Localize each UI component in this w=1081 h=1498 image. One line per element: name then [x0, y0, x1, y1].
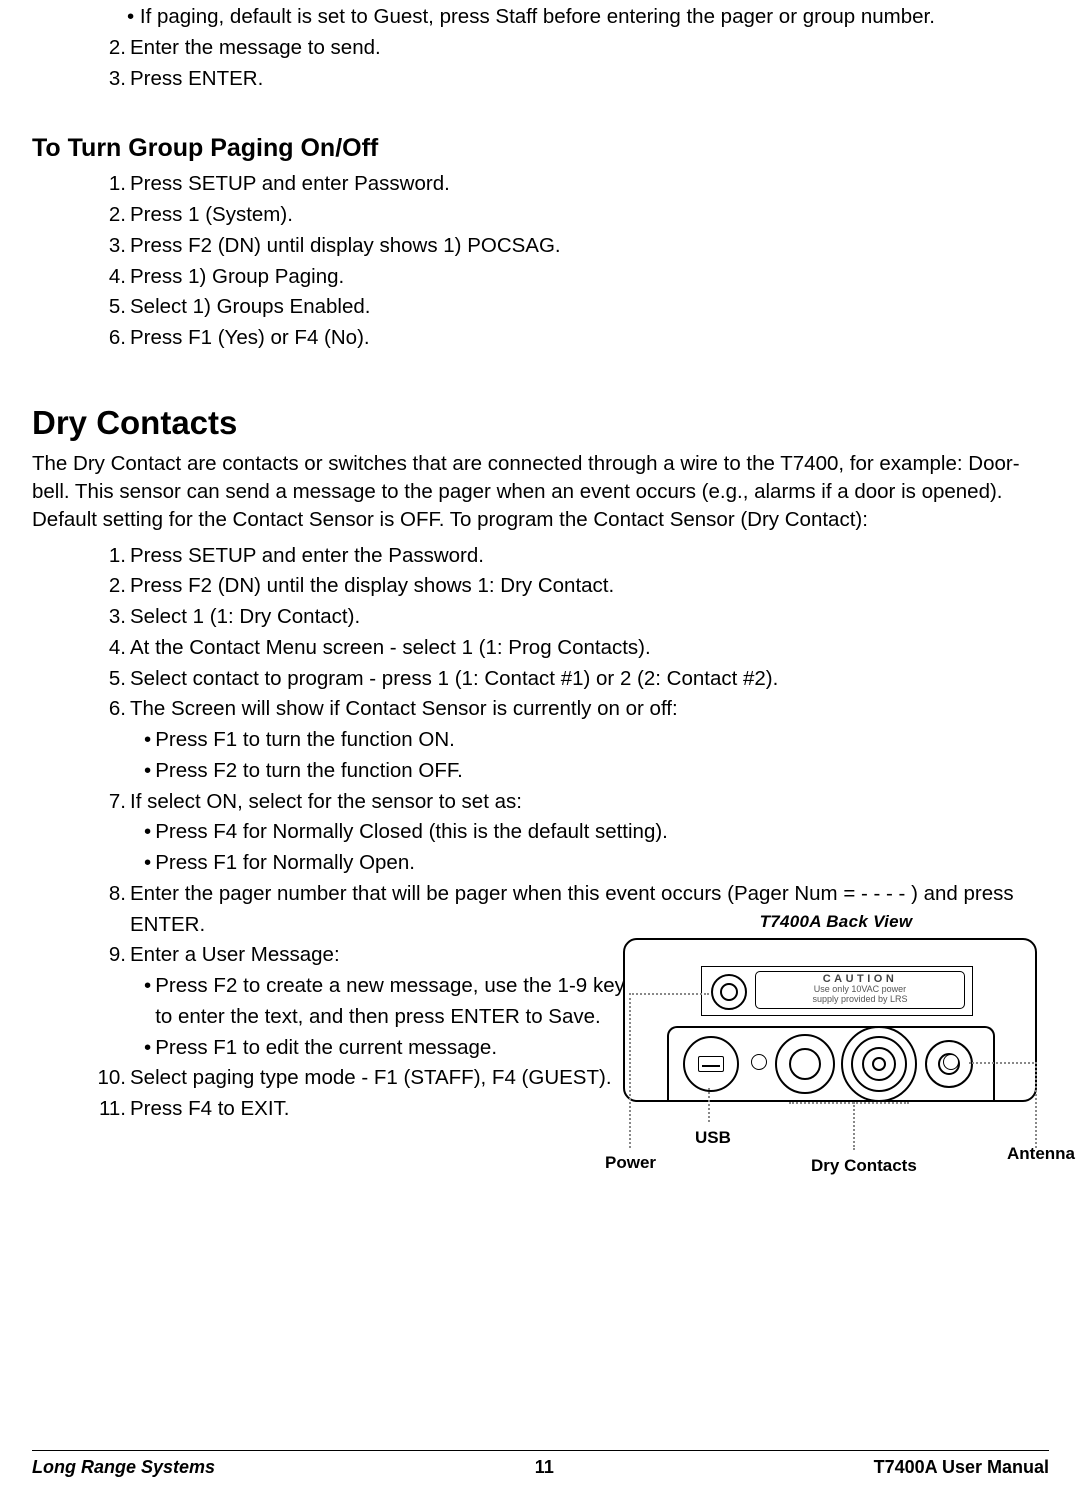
dry-contacts-heading: Dry Contacts — [32, 404, 1049, 442]
dry-step-9a-text: Press F2 to create a new message, use th… — [155, 971, 635, 1033]
top-step-2-text: Enter the message to send. — [130, 33, 1049, 64]
group-step-4-text: Press 1) Group Paging. — [130, 262, 1049, 293]
connector-icon — [841, 1026, 917, 1102]
dry-step-6a-text: Press F1 to turn the function ON. — [155, 725, 455, 756]
dry-step-4-text: At the Contact Menu screen - select 1 (1… — [130, 633, 1049, 664]
back-view-figure: T7400A Back View CAUTION Use only 10VAC … — [621, 912, 1051, 1144]
leader-line — [789, 1102, 909, 1104]
dry-step-7b: •Press F1 for Normally Open. — [144, 848, 1049, 879]
footer-left: Long Range Systems — [32, 1457, 215, 1478]
top-step-3: 3.Press ENTER. — [100, 64, 1049, 95]
group-step-2-text: Press 1 (System). — [130, 200, 1049, 231]
screw-hole-icon — [751, 1054, 767, 1070]
leader-line — [1035, 1062, 1037, 1148]
power-jack-icon — [711, 974, 747, 1010]
top-bullet: • If paging, default is set to Guest, pr… — [127, 2, 1049, 33]
dry-step-6: 6.The Screen will show if Contact Sensor… — [100, 694, 1049, 725]
page: • If paging, default is set to Guest, pr… — [0, 0, 1081, 1498]
screw-hole-icon — [943, 1054, 959, 1070]
top-bullet-text: If paging, default is set to Guest, pres… — [140, 5, 935, 28]
page-footer: Long Range Systems 11 T7400A User Manual — [32, 1450, 1049, 1478]
dry-step-3-text: Select 1 (1: Dry Contact). — [130, 602, 1049, 633]
dry-step-4: 4.At the Contact Menu screen - select 1 … — [100, 633, 1049, 664]
dry-step-5-text: Select contact to program - press 1 (1: … — [130, 664, 1049, 695]
dry-step-2-text: Press F2 (DN) until the display shows 1:… — [130, 571, 1049, 602]
footer-page-number: 11 — [535, 1457, 554, 1478]
leader-line — [629, 993, 709, 995]
leader-line — [969, 1062, 1037, 1064]
dry-step-7b-text: Press F1 for Normally Open. — [155, 848, 415, 879]
leader-line — [853, 1102, 855, 1150]
caution-label: CAUTION Use only 10VAC power supply prov… — [755, 971, 965, 1009]
group-step-6: 6.Press F1 (Yes) or F4 (No). — [100, 323, 1049, 354]
group-step-5: 5.Select 1) Groups Enabled. — [100, 292, 1049, 323]
dry-step-1-text: Press SETUP and enter the Password. — [130, 541, 1049, 572]
caution-line2: supply provided by LRS — [756, 995, 964, 1005]
footer-right: T7400A User Manual — [874, 1457, 1049, 1478]
group-step-4: 4.Press 1) Group Paging. — [100, 262, 1049, 293]
dry-step-2: 2.Press F2 (DN) until the display shows … — [100, 571, 1049, 602]
dry-step-3: 3.Select 1 (1: Dry Contact). — [100, 602, 1049, 633]
top-step-3-text: Press ENTER. — [130, 64, 1049, 95]
group-paging-heading: To Turn Group Paging On/Off — [32, 134, 1049, 163]
dry-step-1: 1.Press SETUP and enter the Password. — [100, 541, 1049, 572]
dry-step-7a: •Press F4 for Normally Closed (this is t… — [144, 817, 1049, 848]
group-step-3: 3.Press F2 (DN) until display shows 1) P… — [100, 231, 1049, 262]
leader-line — [629, 993, 631, 1148]
group-step-1: 1.Press SETUP and enter Password. — [100, 169, 1049, 200]
dry-step-7: 7.If select ON, select for the sensor to… — [100, 787, 1049, 818]
label-dry-contacts: Dry Contacts — [811, 1156, 917, 1176]
group-step-6-text: Press F1 (Yes) or F4 (No). — [130, 323, 1049, 354]
top-step-2: 2.Enter the message to send. — [100, 33, 1049, 64]
dry-contacts-paragraph: The Dry Contact are contacts or switches… — [32, 450, 1049, 535]
group-step-3-text: Press F2 (DN) until display shows 1) POC… — [130, 231, 1049, 262]
dry-step-6a: •Press F1 to turn the function ON. — [144, 725, 1049, 756]
group-step-5-text: Select 1) Groups Enabled. — [130, 292, 1049, 323]
dry-contact-port-icon — [775, 1034, 835, 1094]
dry-step-6b-text: Press F2 to turn the function OFF. — [155, 756, 463, 787]
dry-step-6b: •Press F2 to turn the function OFF. — [144, 756, 1049, 787]
dry-step-7-text: If select ON, select for the sensor to s… — [130, 787, 1049, 818]
dry-step-5: 5.Select contact to program - press 1 (1… — [100, 664, 1049, 695]
usb-port-icon — [683, 1036, 739, 1092]
dry-step-6-text: The Screen will show if Contact Sensor i… — [130, 694, 1049, 725]
figure-title: T7400A Back View — [621, 912, 1051, 932]
leader-line — [708, 1088, 710, 1122]
label-power: Power — [605, 1153, 656, 1173]
group-step-2: 2.Press 1 (System). — [100, 200, 1049, 231]
device-diagram: CAUTION Use only 10VAC power supply prov… — [623, 938, 1033, 1144]
dry-step-7a-text: Press F4 for Normally Closed (this is th… — [155, 817, 668, 848]
label-usb: USB — [695, 1128, 731, 1148]
label-antenna: Antenna — [1007, 1144, 1075, 1164]
group-step-1-text: Press SETUP and enter Password. — [130, 169, 1049, 200]
dry-step-9b-text: Press F1 to edit the current message. — [155, 1033, 497, 1064]
